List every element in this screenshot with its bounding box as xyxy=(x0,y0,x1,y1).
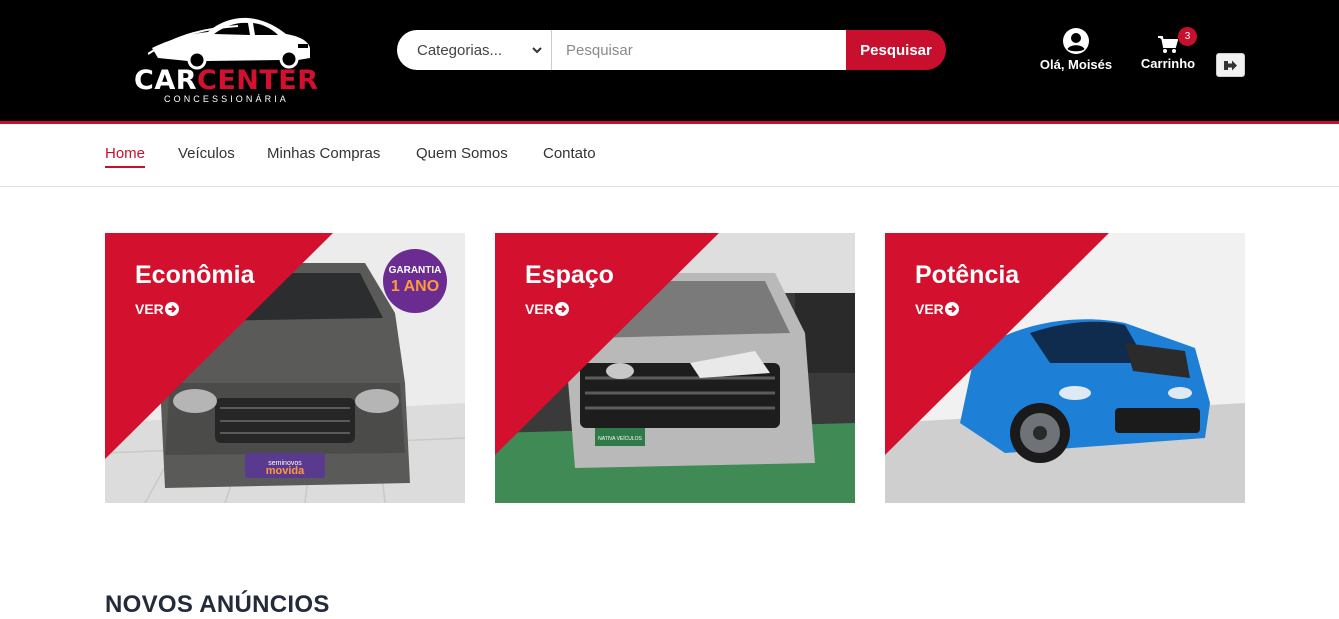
arrow-circle-right-icon xyxy=(164,302,179,316)
card-title: Econômia xyxy=(135,261,255,289)
card-link-ver[interactable]: VER xyxy=(525,301,569,317)
logo-text-center: CENTER xyxy=(197,65,319,96)
user-greeting: Olá, Moisés xyxy=(1039,57,1113,72)
category-select[interactable]: Categorias... xyxy=(397,30,552,70)
arrow-circle-right-icon xyxy=(944,302,959,316)
site-header: CARCENTER CONCESSIONÁRIA Categorias... P… xyxy=(0,0,1339,121)
card-link-label: VER xyxy=(915,301,944,317)
main-nav: Home Veículos Minhas Compras Quem Somos … xyxy=(0,124,1339,187)
logo-tagline: CONCESSIONÁRIA xyxy=(164,94,289,104)
logo-wordmark: CARCENTER xyxy=(134,66,319,96)
search-button[interactable]: Pesquisar xyxy=(846,30,946,70)
category-card-economia[interactable]: seminovos movida GARANTIA 1 ANO Econômia… xyxy=(105,233,465,503)
nav-item-veiculos[interactable]: Veículos xyxy=(178,145,235,166)
card-title: Potência xyxy=(915,261,1020,289)
movida-plate-text: movida xyxy=(266,465,305,477)
card-title: Espaço xyxy=(525,261,614,289)
user-account[interactable]: Olá, Moisés xyxy=(1036,28,1116,72)
search-bar: Categorias... Pesquisar xyxy=(397,30,946,70)
logo-text-car: CAR xyxy=(134,65,198,96)
card-link-label: VER xyxy=(525,301,554,317)
nav-item-contato[interactable]: Contato xyxy=(543,145,596,166)
user-circle-icon xyxy=(1063,28,1089,54)
nav-item-minhas-compras[interactable]: Minhas Compras xyxy=(267,145,380,166)
section-title-novos-anuncios: NOVOS ANÚNCIOS xyxy=(105,591,330,618)
car-logo-icon xyxy=(148,17,310,70)
search-input[interactable] xyxy=(552,30,846,70)
category-select-value: Categorias... xyxy=(417,41,503,59)
arrow-circle-right-icon xyxy=(554,302,569,316)
promo-badge-line1: GARANTIA xyxy=(389,265,442,276)
nav-item-home[interactable]: Home xyxy=(105,145,146,168)
cart-label: Carrinho xyxy=(1140,56,1196,71)
cart[interactable]: 3 Carrinho xyxy=(1138,27,1198,71)
card-link-label: VER xyxy=(135,301,164,317)
cart-icon xyxy=(1158,36,1178,53)
card-link-ver[interactable]: VER xyxy=(915,301,959,317)
logout-button[interactable] xyxy=(1216,53,1245,77)
logo[interactable]: CARCENTER CONCESSIONÁRIA xyxy=(132,14,332,106)
card-link-ver[interactable]: VER xyxy=(135,301,179,317)
category-card-potencia[interactable]: Potência VER xyxy=(885,233,1245,503)
chevron-down-icon xyxy=(532,47,542,54)
nav-item-quem-somos[interactable]: Quem Somos xyxy=(416,145,508,166)
category-card-espaco[interactable]: NATIVA VEÍCULOS Espaço VER xyxy=(495,233,855,503)
sign-out-icon xyxy=(1224,60,1237,70)
espaco-plate-text: NATIVA VEÍCULOS xyxy=(598,435,642,442)
cart-count-badge: 3 xyxy=(1178,27,1197,46)
promo-badge-line2: 1 ANO xyxy=(391,278,439,295)
